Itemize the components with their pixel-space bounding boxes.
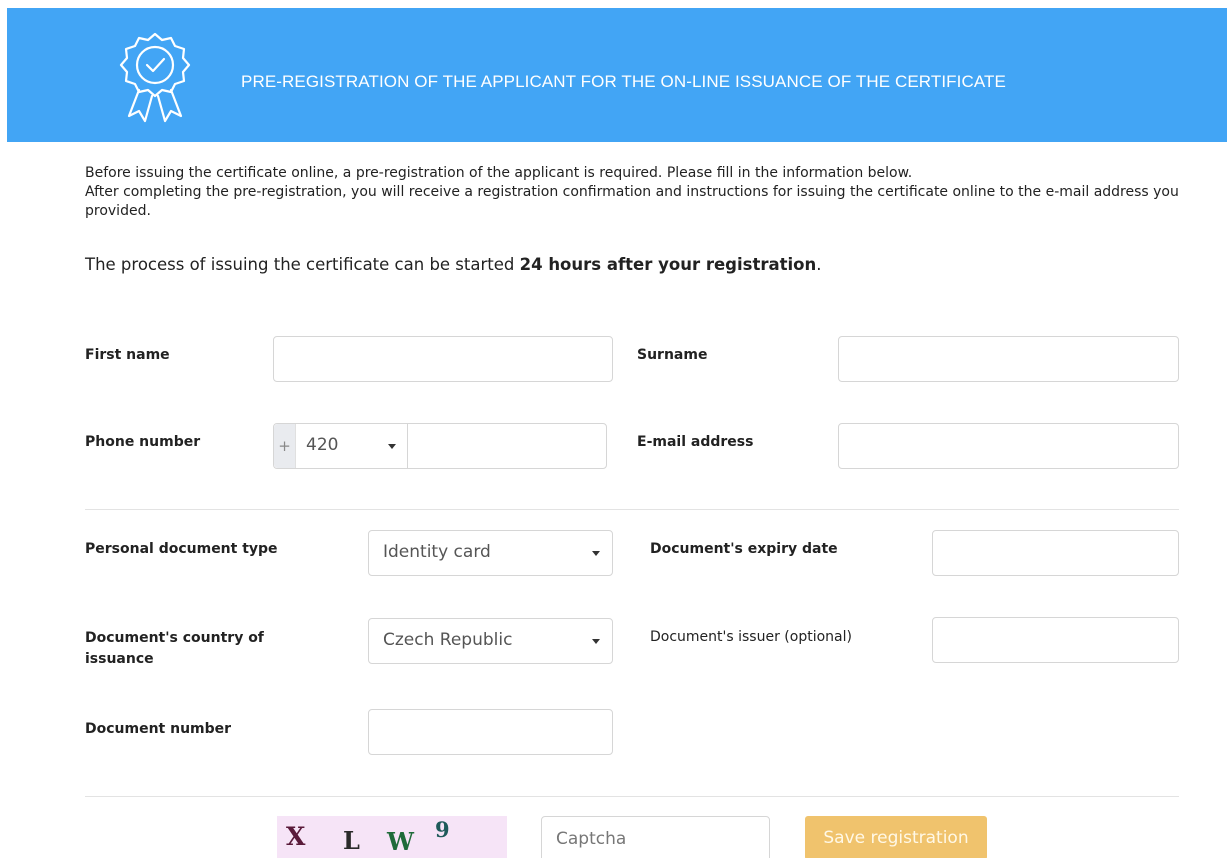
- doc-number-label: Document number: [85, 721, 232, 737]
- doc-expiry-input[interactable]: [932, 530, 1179, 576]
- notice-bold: 24 hours after your registration: [519, 255, 817, 274]
- notice-suffix: .: [816, 255, 822, 274]
- page-title: PRE-REGISTRATION OF THE APPLICANT FOR TH…: [241, 72, 1006, 91]
- captcha-input[interactable]: [541, 816, 770, 858]
- doc-type-label: Personal document type: [85, 541, 278, 557]
- phone-label: Phone number: [85, 434, 201, 450]
- first-name-label: First name: [85, 347, 170, 363]
- certificate-badge-icon: [119, 32, 191, 123]
- chevron-down-icon: [388, 444, 396, 449]
- doc-number-input[interactable]: [368, 709, 613, 755]
- surname-input[interactable]: [838, 336, 1179, 382]
- doc-country-value: Czech Republic: [383, 630, 513, 650]
- section-divider: [85, 509, 1179, 510]
- doc-type-select[interactable]: Identity card: [368, 530, 613, 576]
- section-divider: [85, 796, 1179, 797]
- page-header: PRE-REGISTRATION OF THE APPLICANT FOR TH…: [7, 8, 1227, 142]
- captcha-char: 9: [435, 817, 450, 842]
- captcha-char: X: [286, 822, 306, 851]
- email-input[interactable]: [838, 423, 1179, 469]
- captcha-image: X L W 9: [277, 816, 507, 858]
- phone-field: + 420: [273, 423, 607, 469]
- captcha-char: L: [343, 826, 360, 855]
- chevron-down-icon: [592, 551, 600, 556]
- phone-number-input[interactable]: [409, 424, 606, 468]
- save-registration-button[interactable]: Save registration: [805, 816, 987, 858]
- doc-country-label: Document's country of issuance: [85, 630, 264, 667]
- phone-plus-prefix: +: [274, 424, 296, 468]
- doc-expiry-label: Document's expiry date: [650, 541, 838, 557]
- processing-notice: The process of issuing the certificate c…: [85, 255, 822, 274]
- email-label: E-mail address: [637, 434, 754, 450]
- doc-type-value: Identity card: [383, 542, 491, 562]
- surname-label: Surname: [637, 347, 708, 363]
- doc-issuer-input[interactable]: [932, 617, 1179, 663]
- country-code-value: 420: [306, 435, 339, 455]
- intro-text: Before issuing the certificate online, a…: [85, 164, 1195, 221]
- intro-line-2: After completing the pre-registration, y…: [85, 184, 1179, 219]
- country-code-select[interactable]: 420: [296, 424, 408, 468]
- notice-prefix: The process of issuing the certificate c…: [85, 255, 520, 274]
- chevron-down-icon: [592, 639, 600, 644]
- captcha-char: W: [387, 827, 414, 856]
- doc-issuer-label: Document's issuer (optional): [650, 629, 852, 645]
- intro-line-1: Before issuing the certificate online, a…: [85, 165, 913, 181]
- doc-country-select[interactable]: Czech Republic: [368, 618, 613, 664]
- first-name-input[interactable]: [273, 336, 613, 382]
